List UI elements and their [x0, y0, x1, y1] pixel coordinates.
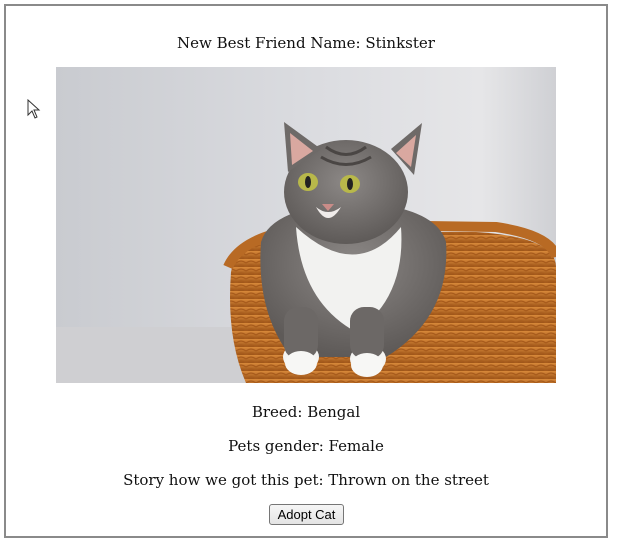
pet-name-text: New Best Friend Name: Stinkster [177, 34, 435, 52]
cat-photo [56, 67, 556, 383]
adopt-cat-button[interactable]: Adopt Cat [269, 504, 344, 525]
gender-text: Pets gender: Female [228, 437, 384, 455]
mouse-pointer-icon [27, 99, 41, 119]
pet-card: New Best Friend Name: Stinkster Breed: B… [4, 4, 608, 538]
story-text: Story how we got this pet: Thrown on the… [123, 471, 489, 489]
breed-text: Breed: Bengal [251, 403, 361, 421]
